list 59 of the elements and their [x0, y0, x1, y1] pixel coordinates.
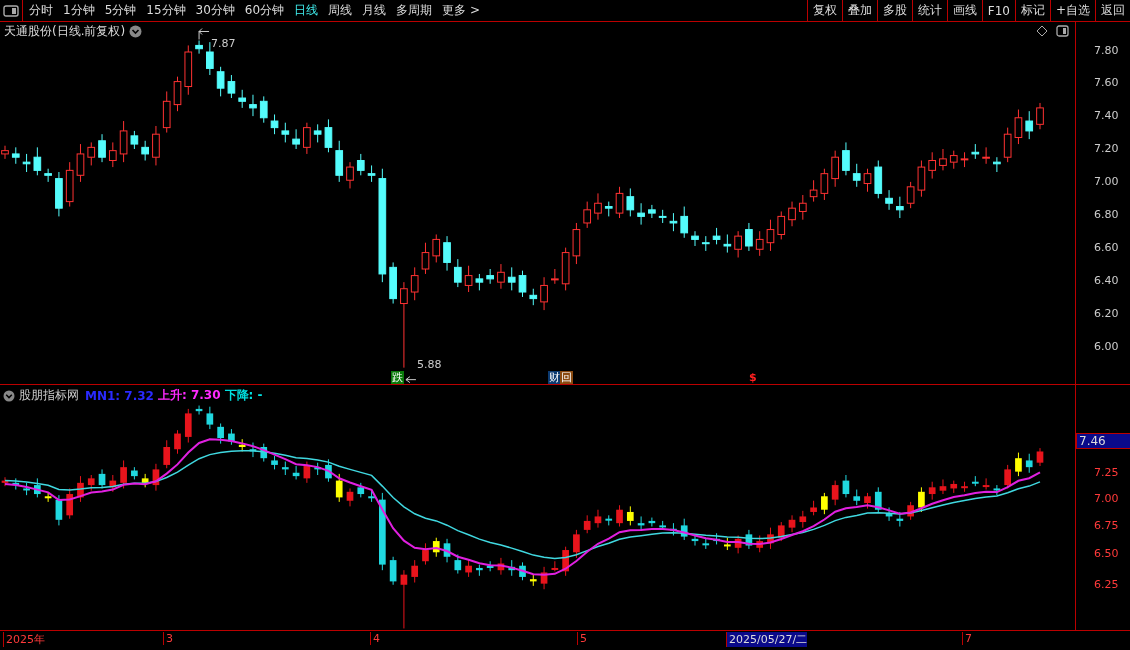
period-tab[interactable]: 15分钟: [142, 0, 190, 21]
axis-label: 6.80: [1094, 208, 1119, 221]
period-tab[interactable]: 5分钟: [100, 0, 141, 21]
axis-label: 6.25: [1094, 578, 1119, 591]
date-label: 7: [962, 632, 972, 645]
period-tab[interactable]: 日线: [290, 0, 323, 21]
axis-label: 6.00: [1094, 340, 1119, 353]
legend-value: 上升: 7.30: [157, 387, 221, 404]
dropdown-icon[interactable]: [3, 389, 15, 402]
review-marker[interactable]: 回: [560, 371, 573, 384]
axis-label: 6.20: [1094, 307, 1119, 320]
panel-toggle-icon[interactable]: [1056, 25, 1069, 37]
diamond-icon[interactable]: [1036, 25, 1048, 37]
toolbar-button[interactable]: 返回: [1095, 0, 1130, 21]
period-tab[interactable]: 月线: [358, 0, 391, 21]
period-tab[interactable]: 多周期: [392, 0, 437, 21]
period-tab[interactable]: 30分钟: [191, 0, 239, 21]
fall-marker[interactable]: 跌: [391, 371, 404, 384]
toolbar-button[interactable]: 标记: [1014, 0, 1050, 21]
axis-label: 7.00: [1094, 492, 1119, 505]
low-price-label: 5.88: [416, 358, 442, 371]
date-label: 2025/05/27/二: [726, 632, 808, 647]
high-pointer-line: [198, 28, 210, 40]
axis-label: 7.80: [1094, 44, 1119, 57]
current-value-label: 7.46: [1076, 433, 1130, 449]
toolbar-button[interactable]: 叠加: [841, 0, 877, 21]
period-tab[interactable]: 1分钟: [59, 0, 99, 21]
toolbar-button[interactable]: +自选: [1049, 0, 1095, 21]
axis-label: 7.40: [1094, 109, 1119, 122]
panel-toggle-icon[interactable]: [3, 4, 19, 17]
toolbar-button[interactable]: 画线: [946, 0, 982, 21]
toolbar-button[interactable]: 复权: [806, 0, 842, 21]
toolbar-button[interactable]: F10: [981, 0, 1015, 21]
axis-label: 7.60: [1094, 76, 1119, 89]
axis-label: 6.50: [1094, 547, 1119, 560]
axis-label: 7.20: [1094, 142, 1119, 155]
axis-label: 6.40: [1094, 274, 1119, 287]
date-label: 4: [370, 632, 380, 645]
high-price-label: 7.87: [211, 37, 236, 50]
date-label: 3: [163, 632, 173, 645]
period-tab[interactable]: 分时: [25, 0, 57, 21]
axis-label: 6.60: [1094, 241, 1119, 254]
axis-label: 7.00: [1094, 175, 1119, 188]
toolbar-button[interactable]: 统计: [911, 0, 947, 21]
legend-value: MN1: 7.32: [85, 388, 154, 403]
date-label: 2025年: [3, 632, 45, 647]
dividend-marker[interactable]: $: [748, 371, 758, 384]
period-tab[interactable]: 周线: [324, 0, 357, 21]
dropdown-icon[interactable]: [129, 25, 143, 38]
legend-value: 下降: -: [224, 387, 263, 404]
date-label: 5: [577, 632, 587, 645]
toolbar-button[interactable]: 多股: [876, 0, 912, 21]
period-tab[interactable]: 60分钟: [240, 0, 289, 21]
low-pointer-line: [405, 376, 417, 384]
axis-label: 7.25: [1094, 466, 1119, 479]
indicator-name: 股朋指标网: [19, 387, 79, 404]
axis-label: 6.75: [1094, 519, 1119, 532]
chart-title: 天通股份(日线.前复权): [4, 23, 126, 40]
period-tab[interactable]: 更多 >: [438, 0, 484, 21]
